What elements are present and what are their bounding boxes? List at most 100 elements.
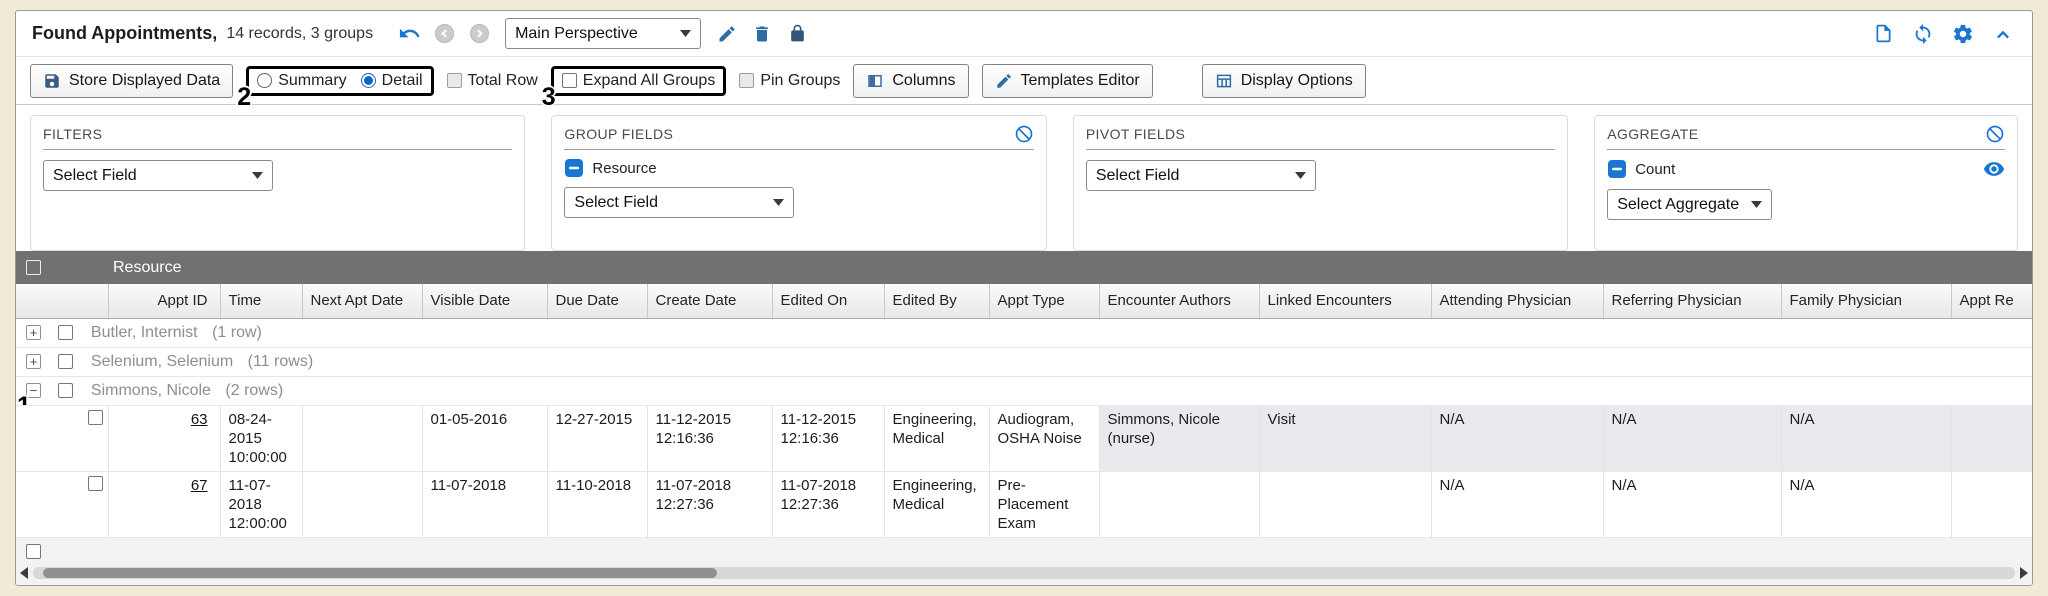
undo-icon[interactable] <box>396 21 422 47</box>
store-displayed-data-button[interactable]: Store Displayed Data <box>30 64 233 98</box>
cell-family-physician: N/A <box>1781 471 1951 537</box>
chevron-down-icon <box>680 30 691 37</box>
remove-field-minus-icon[interactable] <box>564 158 584 178</box>
collapse-up-icon[interactable] <box>1990 21 2016 47</box>
summary-radio-circle[interactable] <box>257 73 272 88</box>
cell-time: 11-07-2018 12:00:00 <box>220 471 302 537</box>
history-back-icon[interactable] <box>431 21 457 47</box>
column-header-due-date[interactable]: Due Date <box>547 284 647 318</box>
pin-groups-checkbox-box[interactable] <box>739 73 754 88</box>
filters-field-select[interactable]: Select Field <box>43 160 273 191</box>
total-row-checkbox[interactable]: Total Row <box>447 72 538 90</box>
aggregate-item: Count <box>1607 158 2005 180</box>
group-fields-panel-header: GROUP FIELDS <box>564 124 1033 150</box>
perspective-select[interactable]: Main Perspective <box>505 18 701 49</box>
column-header-edited-by[interactable]: Edited By <box>884 284 989 318</box>
remove-field-minus-icon[interactable] <box>1607 159 1627 179</box>
cell-encounter-authors: Simmons, Nicole (nurse) <box>1099 405 1259 471</box>
detail-radio-circle[interactable] <box>361 73 376 88</box>
lock-perspective-icon[interactable] <box>784 21 810 47</box>
scrollbar-thumb[interactable] <box>43 568 717 578</box>
cell-appt-type: Audiogram, OSHA Noise <box>989 405 1099 471</box>
cell-edited-by: Engineering, Medical <box>884 471 989 537</box>
select-all-checkbox[interactable] <box>26 260 41 275</box>
row-checkbox[interactable] <box>88 476 103 491</box>
delete-perspective-icon[interactable] <box>749 21 775 47</box>
pin-groups-checkbox[interactable]: Pin Groups <box>739 72 840 90</box>
horizontal-scrollbar <box>20 566 2028 580</box>
column-header-appt-type[interactable]: Appt Type <box>989 284 1099 318</box>
expand-group-icon[interactable]: + <box>26 354 41 369</box>
column-header-create-date[interactable]: Create Date <box>647 284 772 318</box>
appt-id-link[interactable]: 63 <box>191 411 208 428</box>
refresh-icon[interactable] <box>1910 21 1936 47</box>
chevron-down-icon <box>1295 172 1306 179</box>
filters-field-select-value: Select Field <box>53 167 137 185</box>
data-row: 67 11-07-2018 12:00:00 11-07-2018 11-10-… <box>16 471 2032 537</box>
group-fields-select[interactable]: Select Field <box>564 187 794 218</box>
column-header-time[interactable]: Time <box>220 284 302 318</box>
cell-create-date: 11-12-2015 12:16:36 <box>647 405 772 471</box>
column-header-referring-physician[interactable]: Referring Physician <box>1603 284 1781 318</box>
column-header-appt-re[interactable]: Appt Re <box>1951 284 2032 318</box>
cell-edited-by: Engineering, Medical <box>884 405 989 471</box>
appt-id-link[interactable]: 67 <box>191 477 208 494</box>
chevron-down-icon <box>252 172 263 179</box>
expand-group-icon[interactable]: + <box>26 325 41 340</box>
history-forward-icon[interactable] <box>466 21 492 47</box>
column-header-next-apt-date[interactable]: Next Apt Date <box>302 284 422 318</box>
table-viewport: Appt ID Time Next Apt Date Visible Date … <box>16 284 2032 538</box>
total-row-checkbox-box[interactable] <box>447 73 462 88</box>
pivot-fields-select[interactable]: Select Field <box>1086 160 1316 191</box>
summary-radio-label: Summary <box>278 72 346 90</box>
scroll-left-arrow-icon[interactable] <box>20 567 28 579</box>
group-checkbox[interactable] <box>58 325 73 340</box>
footer-select-checkbox[interactable] <box>26 544 41 559</box>
column-header-encounter-authors[interactable]: Encounter Authors <box>1099 284 1259 318</box>
scroll-right-arrow-icon[interactable] <box>2020 567 2028 579</box>
cell-appt-type: Pre-Placement Exam <box>989 471 1099 537</box>
column-header-edited-on[interactable]: Edited On <box>772 284 884 318</box>
pivot-fields-panel-title: PIVOT FIELDS <box>1086 126 1185 142</box>
column-header-family-physician[interactable]: Family Physician <box>1781 284 1951 318</box>
display-options-button[interactable]: Display Options <box>1202 64 1366 98</box>
cell-appt-re <box>1951 405 2032 471</box>
expand-all-groups-checkbox[interactable]: Expand All Groups <box>562 72 716 90</box>
column-header-visible-date[interactable]: Visible Date <box>422 284 547 318</box>
group-row-count: (1 row) <box>212 324 262 341</box>
aggregate-panel: AGGREGATE Count Select Aggregate <box>1594 115 2018 251</box>
columns-label: Columns <box>892 72 955 90</box>
save-icon <box>43 72 61 90</box>
clear-group-fields-icon[interactable] <box>1014 124 1034 144</box>
cell-next-apt-date <box>302 405 422 471</box>
templates-editor-button[interactable]: Templates Editor <box>982 64 1153 98</box>
group-fields-panel: GROUP FIELDS Resource Select Field <box>551 115 1046 251</box>
report-page-icon[interactable] <box>1870 21 1896 47</box>
column-header-attending-physician[interactable]: Attending Physician <box>1431 284 1603 318</box>
group-row-simmons: − Simmons, Nicole (2 rows) 1 <box>16 376 2032 405</box>
column-header-linked-encounters[interactable]: Linked Encounters <box>1259 284 1431 318</box>
group-checkbox[interactable] <box>58 383 73 398</box>
scrollbar-track[interactable] <box>33 567 2015 579</box>
group-checkbox[interactable] <box>58 354 73 369</box>
columns-button[interactable]: Columns <box>853 64 968 98</box>
cell-appt-re <box>1951 471 2032 537</box>
expand-all-groups-checkbox-box[interactable] <box>562 73 577 88</box>
record-count: 14 records, 3 groups <box>226 25 373 43</box>
summary-radio[interactable]: Summary <box>257 72 346 90</box>
settings-gear-icon[interactable] <box>1950 21 1976 47</box>
edit-perspective-icon[interactable] <box>714 21 740 47</box>
row-checkbox[interactable] <box>88 410 103 425</box>
visibility-eye-icon[interactable] <box>1983 158 2005 180</box>
selector-column-header <box>16 284 108 318</box>
aggregate-select[interactable]: Select Aggregate <box>1607 189 1772 220</box>
cell-visible-date: 01-05-2016 <box>422 405 547 471</box>
group-band-label: Resource <box>113 259 181 277</box>
clear-aggregate-icon[interactable] <box>1985 124 2005 144</box>
columns-icon <box>866 72 884 90</box>
column-header-row: Appt ID Time Next Apt Date Visible Date … <box>16 284 2032 318</box>
collapse-group-icon[interactable]: − <box>26 383 41 398</box>
aggregate-panel-header: AGGREGATE <box>1607 124 2005 150</box>
column-header-appt-id[interactable]: Appt ID <box>108 284 220 318</box>
detail-radio[interactable]: Detail <box>361 72 423 90</box>
